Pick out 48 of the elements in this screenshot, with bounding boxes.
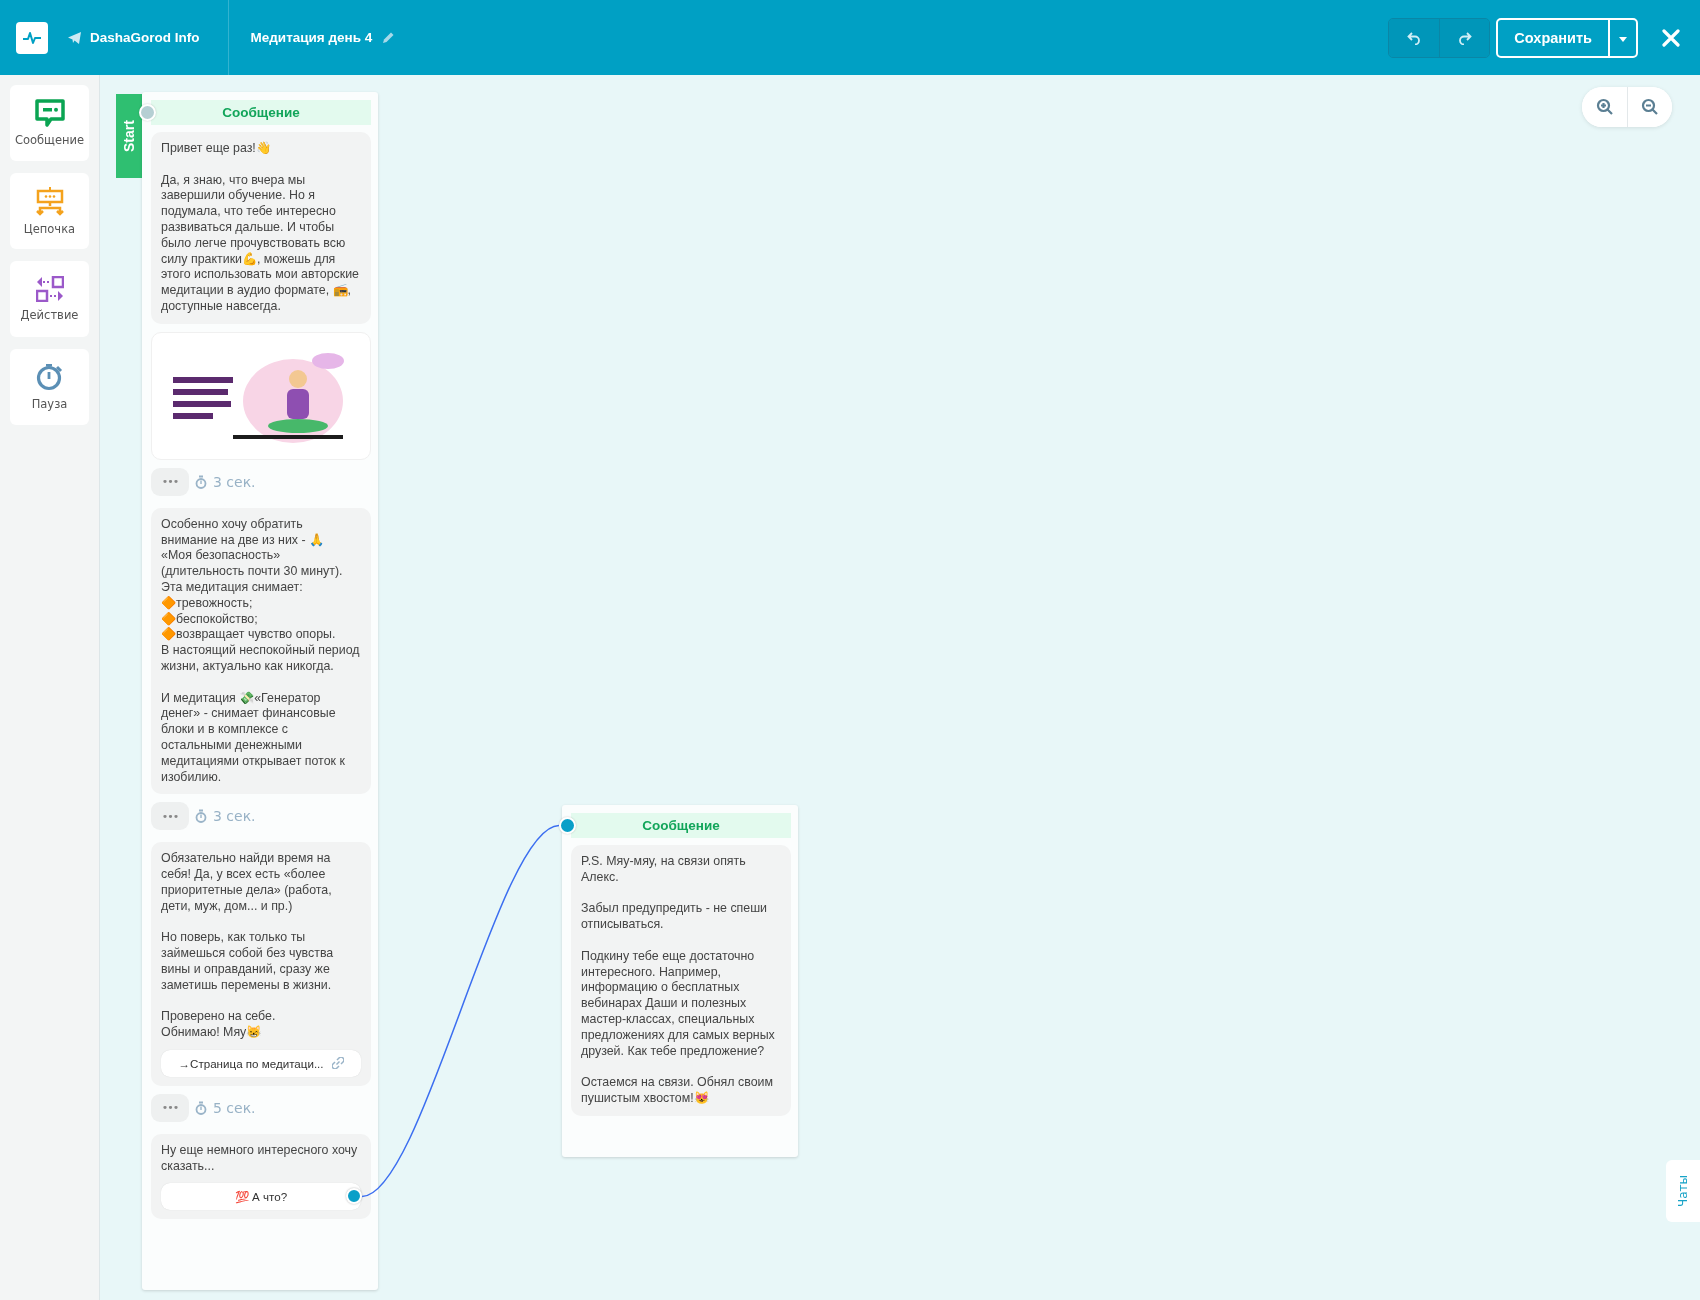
message-text: Обязательно найди время на себя! Да, у всех есть «более приоритетные дела» (работа, дети, муж, дом... и пр.) Но поверь, как только ты займешься собой без чувства вины и оправданий, сразу же заметишь перемены в жизни. Проверено на себе. Обнимаю! Мяу😸 [161, 851, 335, 1041]
link-icon [331, 1057, 344, 1070]
toolbox-item[interactable]: Действие [10, 261, 89, 337]
message-text: Ну еще немного интересного хочу сказать... [161, 1142, 359, 1175]
message-text: Привет еще раз!👋 Да, я знаю, что вчера мы завершили обучение. Но я подумала, что тебе интересно развиваться дальше. И чтобы было легче прочувствовать всю силу практики💪, можешь для этого использовать мои авторские медитации в аудио формате, 📻, доступные навсегда. [161, 141, 360, 315]
zoom-in-button[interactable] [1582, 87, 1627, 127]
chain-icon [34, 186, 65, 216]
caret-icon [1619, 37, 1627, 42]
delay-time: 3 сек. [213, 808, 256, 825]
more-button[interactable]: ••• [151, 467, 189, 496]
zoom-in-icon [1595, 98, 1614, 116]
bot-name[interactable]: DashaGorod Info [90, 30, 200, 45]
paper-plane-icon [68, 31, 82, 44]
close-icon [1662, 28, 1680, 47]
reply-button[interactable]: 💯 А что? [161, 1183, 361, 1211]
node-title: Сообщение [222, 105, 300, 120]
message-text: Особенно хочу обратить внимание на две из них - 🙏 «Моя безопасность» (длительность почти 30 минут). Эта медитация снимает: 🔶тревожность; 🔶беспокойство; 🔶возвращает чувство опоры. В настоящий неспокойный период жизни, актуально как никогда. И медитация 💸«Генератор денег» - снимает финансовые блоки и в комплексе с остальными денежными медитациями открывает поток к изобилию. [161, 516, 361, 786]
zoom-out-icon [1641, 98, 1659, 116]
pencil-icon[interactable] [382, 31, 396, 44]
arrows-icon [35, 276, 64, 302]
message-node[interactable] [142, 92, 378, 1290]
stopwatch-icon [35, 363, 64, 391]
stopwatch-icon [195, 1100, 207, 1115]
toolbox-item[interactable]: Цепочка [10, 173, 89, 249]
stopwatch-icon [195, 474, 207, 489]
chats-tab[interactable]: Чаты [1666, 1160, 1700, 1222]
more-button[interactable]: ••• [151, 802, 189, 831]
output-port[interactable] [346, 1188, 362, 1205]
zoom-out-button[interactable] [1627, 87, 1672, 127]
chat-bubble-icon [34, 99, 65, 127]
message-node[interactable] [562, 805, 798, 1157]
toolbox-item[interactable]: Сообщение [10, 85, 89, 161]
link-button[interactable]: →Страница по медитаци... [161, 1049, 361, 1077]
delay-time: 5 сек. [213, 1099, 256, 1116]
flow-title[interactable]: Медитация день 4 [250, 30, 373, 45]
more-button[interactable]: ••• [151, 1093, 189, 1122]
delay-time: 3 сек. [213, 473, 256, 490]
toolbox-item[interactable]: Пауза [10, 349, 89, 425]
message-text: P.S. Мяу-мяу, на связи опять Алекс. Забыл предупредить - не спеши отписываться. Подкину тебе еще достаточно интересного. Например, информацию о бесплатных вебинарах Даши и полезных мастер-классах, специальных предложениях для самых верных друзей. Как тебе предложение? Остаемся на связи. Обнял своим пушистым хвостом!😻 [581, 854, 776, 1107]
undo-icon [1407, 30, 1422, 45]
logo-icon[interactable] [16, 21, 48, 54]
undo-button[interactable] [1389, 18, 1440, 57]
input-port[interactable] [139, 104, 156, 121]
redo-icon [1457, 30, 1472, 45]
stopwatch-icon [195, 809, 207, 824]
redo-button[interactable] [1439, 18, 1490, 57]
input-port[interactable] [559, 817, 576, 834]
node-title: Сообщение [642, 818, 720, 833]
